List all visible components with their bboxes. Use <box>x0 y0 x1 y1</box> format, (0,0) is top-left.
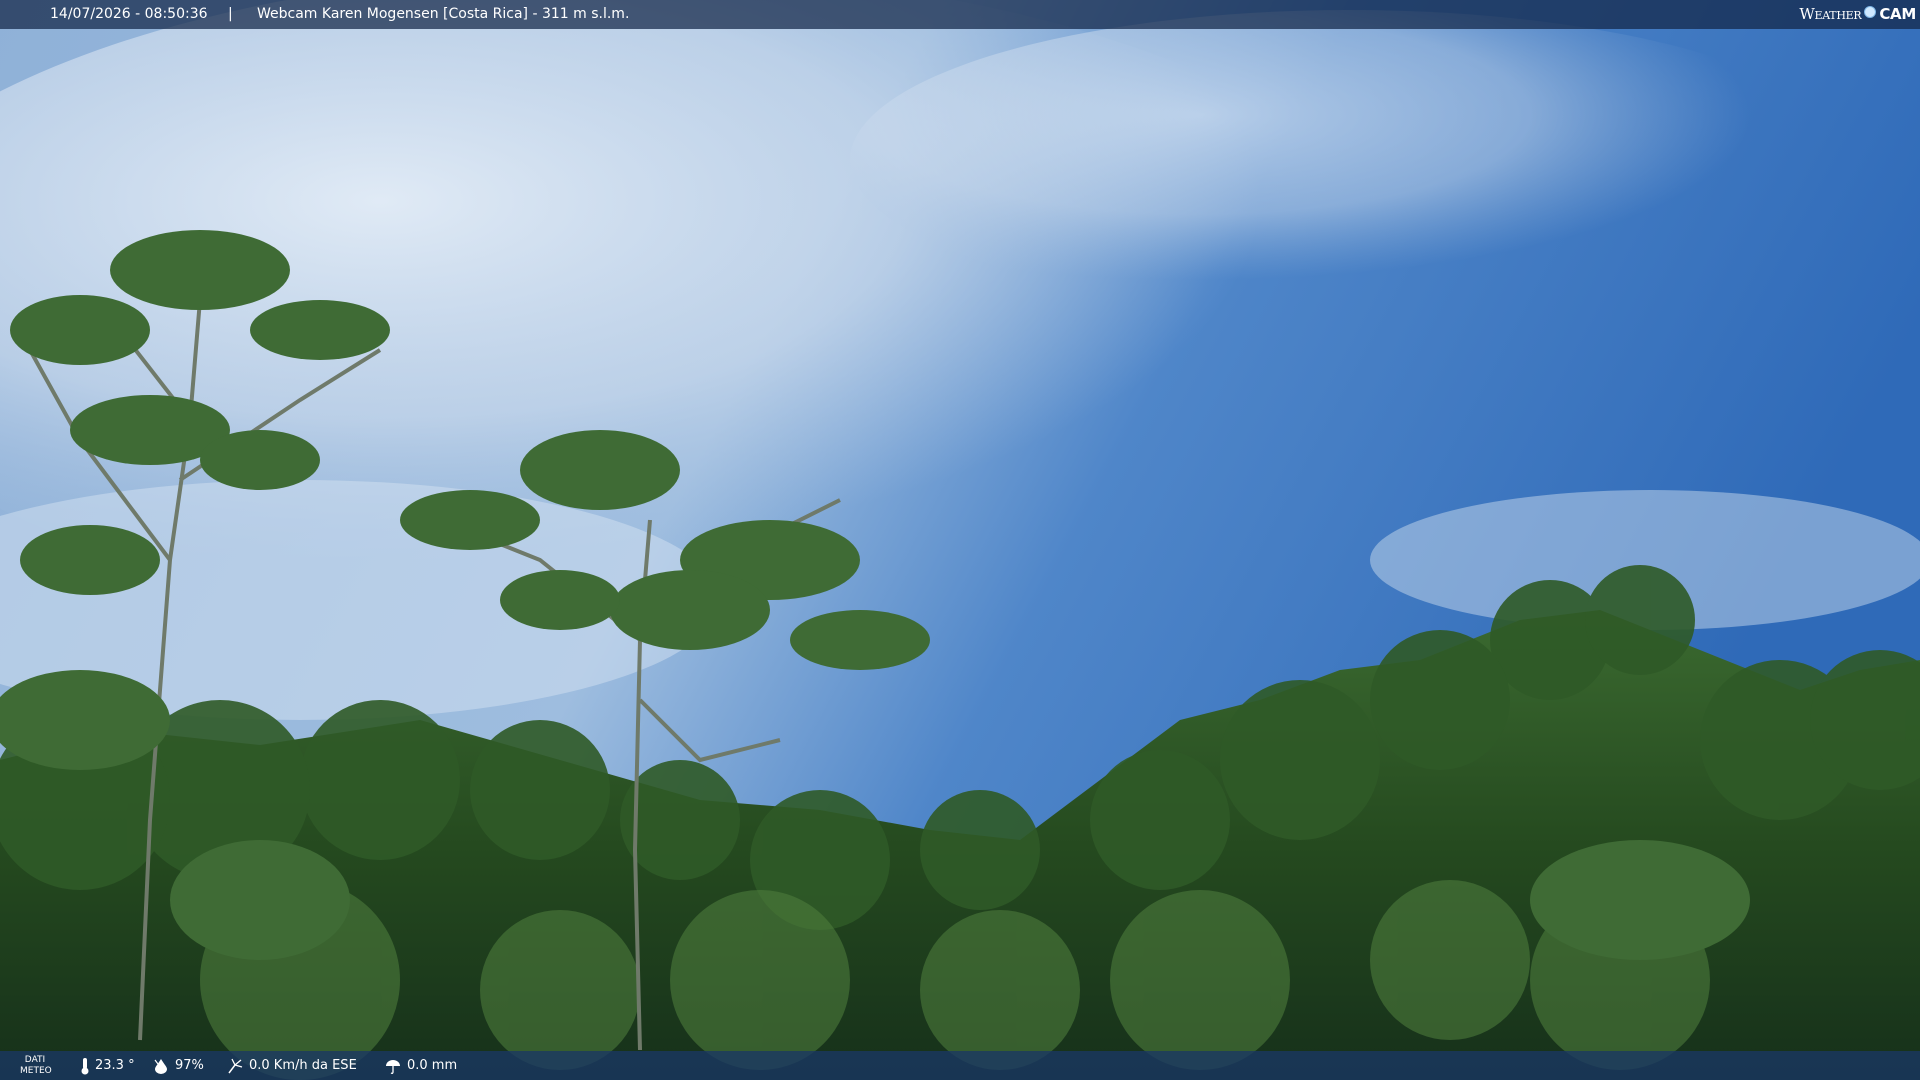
webcam-image <box>0 0 1920 1080</box>
thermometer-icon <box>80 1057 90 1075</box>
rain-reading: 0.0 mm <box>384 1051 457 1080</box>
wind-icon <box>226 1057 244 1075</box>
webcam-title: Webcam Karen Mogensen [Costa Rica] - 311… <box>257 6 630 22</box>
header-separator: | <box>228 6 233 22</box>
timestamp: 14/07/2026 - 08:50:36 <box>50 6 208 22</box>
logo-dot-icon <box>1864 6 1877 18</box>
humidity-reading: 97% <box>152 1051 204 1080</box>
humidity-value: 97% <box>175 1058 204 1073</box>
temperature-value: 23.3 ° <box>95 1058 135 1073</box>
weather-data-label: DATI METEO <box>20 1055 52 1076</box>
rain-value: 0.0 mm <box>407 1058 458 1073</box>
wind-reading: 0.0 Km/h da ESE <box>226 1051 357 1080</box>
humidity-drop-icon <box>152 1058 170 1074</box>
weather-data-bar: DATI METEO 23.3 ° 97% 0.0 Km/h da ESE 0.… <box>0 1051 1920 1080</box>
rain-icon <box>384 1058 402 1074</box>
logo-text-cam: CAM <box>1879 5 1916 23</box>
wind-value: 0.0 Km/h da ESE <box>249 1058 357 1073</box>
temperature-reading: 23.3 ° <box>80 1051 135 1080</box>
weathercam-logo: Weather CAM <box>1799 0 1916 29</box>
header-bar: 14/07/2026 - 08:50:36 | Webcam Karen Mog… <box>0 0 1920 29</box>
logo-text-weather: Weather <box>1799 5 1862 23</box>
